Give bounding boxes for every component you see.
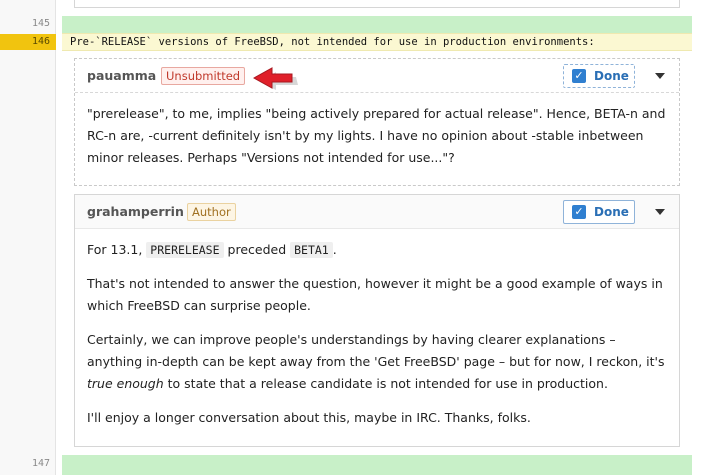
checkbox-check-icon[interactable]: ✓ (572, 205, 586, 219)
unsubmitted-badge: Unsubmitted (161, 67, 246, 85)
inline-code: PRERELEASE (146, 242, 224, 258)
comment-header: pauamma Unsubmitted ✓ Done (75, 59, 679, 93)
done-button[interactable]: ✓ Done (563, 200, 635, 224)
done-button[interactable]: ✓ Done (563, 64, 635, 88)
comment-paragraph: That's not intended to answer the questi… (87, 276, 663, 313)
comment-body: For 13.1, PRERELEASE preceded BETA1. Tha… (75, 229, 679, 437)
comment-body: "prerelease", to me, implies "being acti… (75, 93, 679, 177)
inline-comment-draft: pauamma Unsubmitted ✓ Done "prerelease",… (74, 58, 680, 186)
line-number-gutter (0, 0, 56, 475)
comment-paragraph: For 13.1, PRERELEASE preceded BETA1. (87, 239, 667, 261)
done-label: Done (594, 69, 629, 83)
chevron-down-icon[interactable] (655, 73, 665, 79)
comment-paragraph: Certainly, we can improve people's under… (87, 329, 667, 395)
comment-author[interactable]: pauamma (87, 68, 156, 83)
comment-paragraph: "prerelease", to me, implies "being acti… (87, 106, 666, 165)
text-span: For 13.1, (87, 242, 147, 257)
inline-code: BETA1 (290, 242, 333, 258)
code-line-146: Pre-`RELEASE` versions of FreeBSD, not i… (62, 33, 692, 51)
text-span: preceded (223, 242, 291, 257)
red-arrow-icon (252, 67, 298, 90)
checkbox-check-icon[interactable]: ✓ (572, 69, 586, 83)
previous-comment-bottom (74, 0, 680, 8)
line-number-145[interactable]: 145 (0, 18, 50, 29)
comment-author[interactable]: grahamperrin (87, 204, 184, 219)
comment-header: grahamperrin Author ✓ Done (75, 195, 679, 229)
text-span: to state that a release candidate is not… (163, 376, 608, 391)
done-label: Done (594, 205, 629, 219)
comment-paragraph: I'll enjoy a longer conversation about t… (87, 410, 531, 425)
added-line-147 (62, 455, 692, 475)
chevron-down-icon[interactable] (655, 209, 665, 215)
emphasis-text: true enough (87, 376, 164, 391)
text-span: . (332, 242, 337, 257)
added-line-145 (62, 16, 692, 33)
line-number-147[interactable]: 147 (0, 458, 50, 469)
line-number-146[interactable]: 146 (0, 34, 56, 50)
author-badge: Author (187, 203, 236, 221)
text-span: Certainly, we can improve people's under… (87, 332, 665, 369)
inline-comment: grahamperrin Author ✓ Done For 13.1, PRE… (74, 194, 680, 447)
